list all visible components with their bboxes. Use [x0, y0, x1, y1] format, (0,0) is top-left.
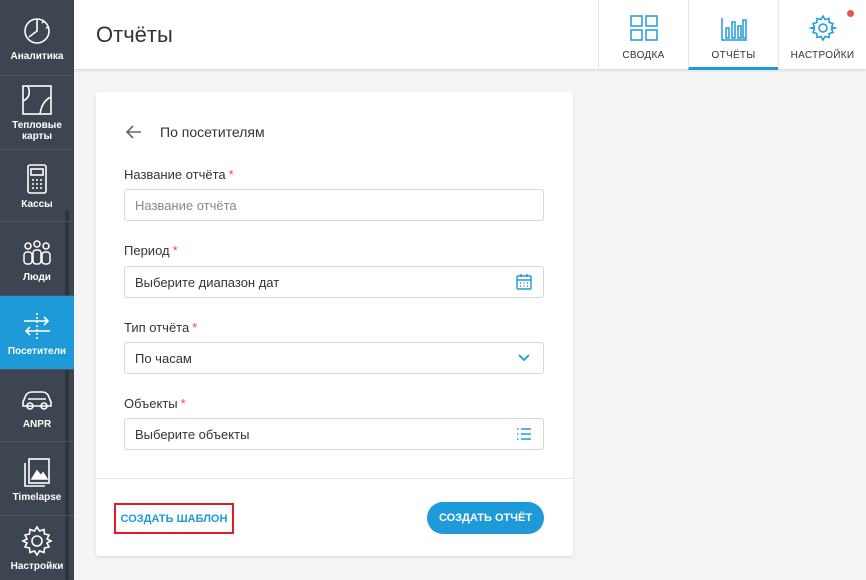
report-type-value: По часам [135, 350, 192, 366]
label-text: Тип отчёта [124, 320, 190, 335]
calendar-icon[interactable] [515, 273, 533, 291]
sidebar-item-label: Настройки [10, 561, 64, 572]
sidebar-item-label: Аналитика [10, 50, 64, 62]
sidebar-item-visitors[interactable]: Посетители [0, 296, 74, 370]
objects-label: Объекты * [124, 396, 186, 411]
sidebar-item-label: Кассы [21, 198, 53, 210]
label-text: Период [124, 243, 170, 258]
period-date-range-picker[interactable]: Выберите диапазон дат [124, 266, 544, 298]
back-arrow-icon[interactable] [124, 122, 144, 142]
objects-selector[interactable]: Выберите объекты [124, 418, 544, 450]
sidebar-item-label: Посетители [7, 345, 67, 357]
sidebar-item-analytics[interactable]: Аналитика [0, 0, 74, 76]
report-type-label: Тип отчёта * [124, 320, 197, 335]
car-icon [22, 390, 52, 410]
timelapse-icon [24, 457, 50, 487]
heatmap-icon [22, 85, 52, 115]
sidebar: Аналитика Тепловые карты Кассы Люди Посе… [0, 0, 74, 580]
create-template-button[interactable]: СОЗДАТЬ ШАБЛОН [114, 503, 234, 534]
label-text: Название отчёта [124, 167, 226, 182]
sidebar-item-anpr[interactable]: ANPR [0, 370, 74, 442]
report-name-label: Название отчёта * [124, 167, 234, 182]
report-name-field[interactable] [124, 189, 544, 221]
tab-settings[interactable]: НАСТРОЙКИ [778, 0, 866, 70]
required-mark: * [228, 167, 234, 182]
period-label: Период * [124, 243, 178, 258]
footer-divider [96, 478, 573, 479]
sidebar-item-label: ANPR [22, 418, 52, 430]
period-value: Выберите диапазон дат [135, 274, 280, 290]
create-report-button[interactable]: СОЗДАТЬ ОТЧЁТ [427, 502, 544, 534]
sidebar-item-label: Timelapse [12, 491, 62, 503]
visitors-icon [24, 312, 50, 339]
required-mark: * [172, 243, 178, 258]
sidebar-item-label: Люди [23, 271, 51, 283]
notification-dot [847, 10, 854, 17]
objects-value: Выберите объекты [135, 426, 250, 442]
dashboard-icon [629, 15, 658, 41]
top-header: Отчёты СВОДКА ОТЧЁТЫ НАСТРОЙКИ [74, 0, 866, 70]
gear-icon [807, 14, 838, 42]
tab-reports[interactable]: ОТЧЁТЫ [688, 0, 778, 70]
sidebar-item-people[interactable]: Люди [0, 222, 74, 296]
cash-register-icon [27, 163, 47, 194]
list-icon[interactable] [515, 425, 533, 443]
back-row: По посетителям [124, 122, 265, 142]
chevron-down-icon [518, 354, 530, 362]
sidebar-item-settings[interactable]: Настройки [0, 516, 74, 580]
tab-label: ОТЧЁТЫ [711, 50, 756, 61]
report-form-card: По посетителям Название отчёта* Период* … [96, 92, 573, 556]
label-text: Объекты [124, 396, 178, 411]
required-mark: * [180, 396, 186, 411]
sidebar-item-timelapse[interactable]: Timelapse [0, 442, 74, 516]
tab-label: НАСТРОЙКИ [790, 50, 855, 61]
report-name-input[interactable] [135, 197, 533, 213]
people-icon [23, 239, 51, 265]
tab-label: СВОДКА [622, 50, 665, 61]
page-title: Отчёты [96, 22, 173, 47]
analytics-icon [24, 17, 50, 44]
tab-summary[interactable]: СВОДКА [598, 0, 688, 70]
sidebar-item-label: Тепловые карты [12, 120, 62, 142]
required-mark: * [192, 320, 198, 335]
bar-chart-icon [720, 18, 747, 41]
form-subtitle: По посетителям [160, 124, 265, 140]
sidebar-item-cash[interactable]: Кассы [0, 150, 74, 222]
gear-icon [21, 525, 53, 557]
report-type-select[interactable]: По часам [124, 342, 544, 374]
sidebar-item-heatmaps[interactable]: Тепловые карты [0, 76, 74, 150]
